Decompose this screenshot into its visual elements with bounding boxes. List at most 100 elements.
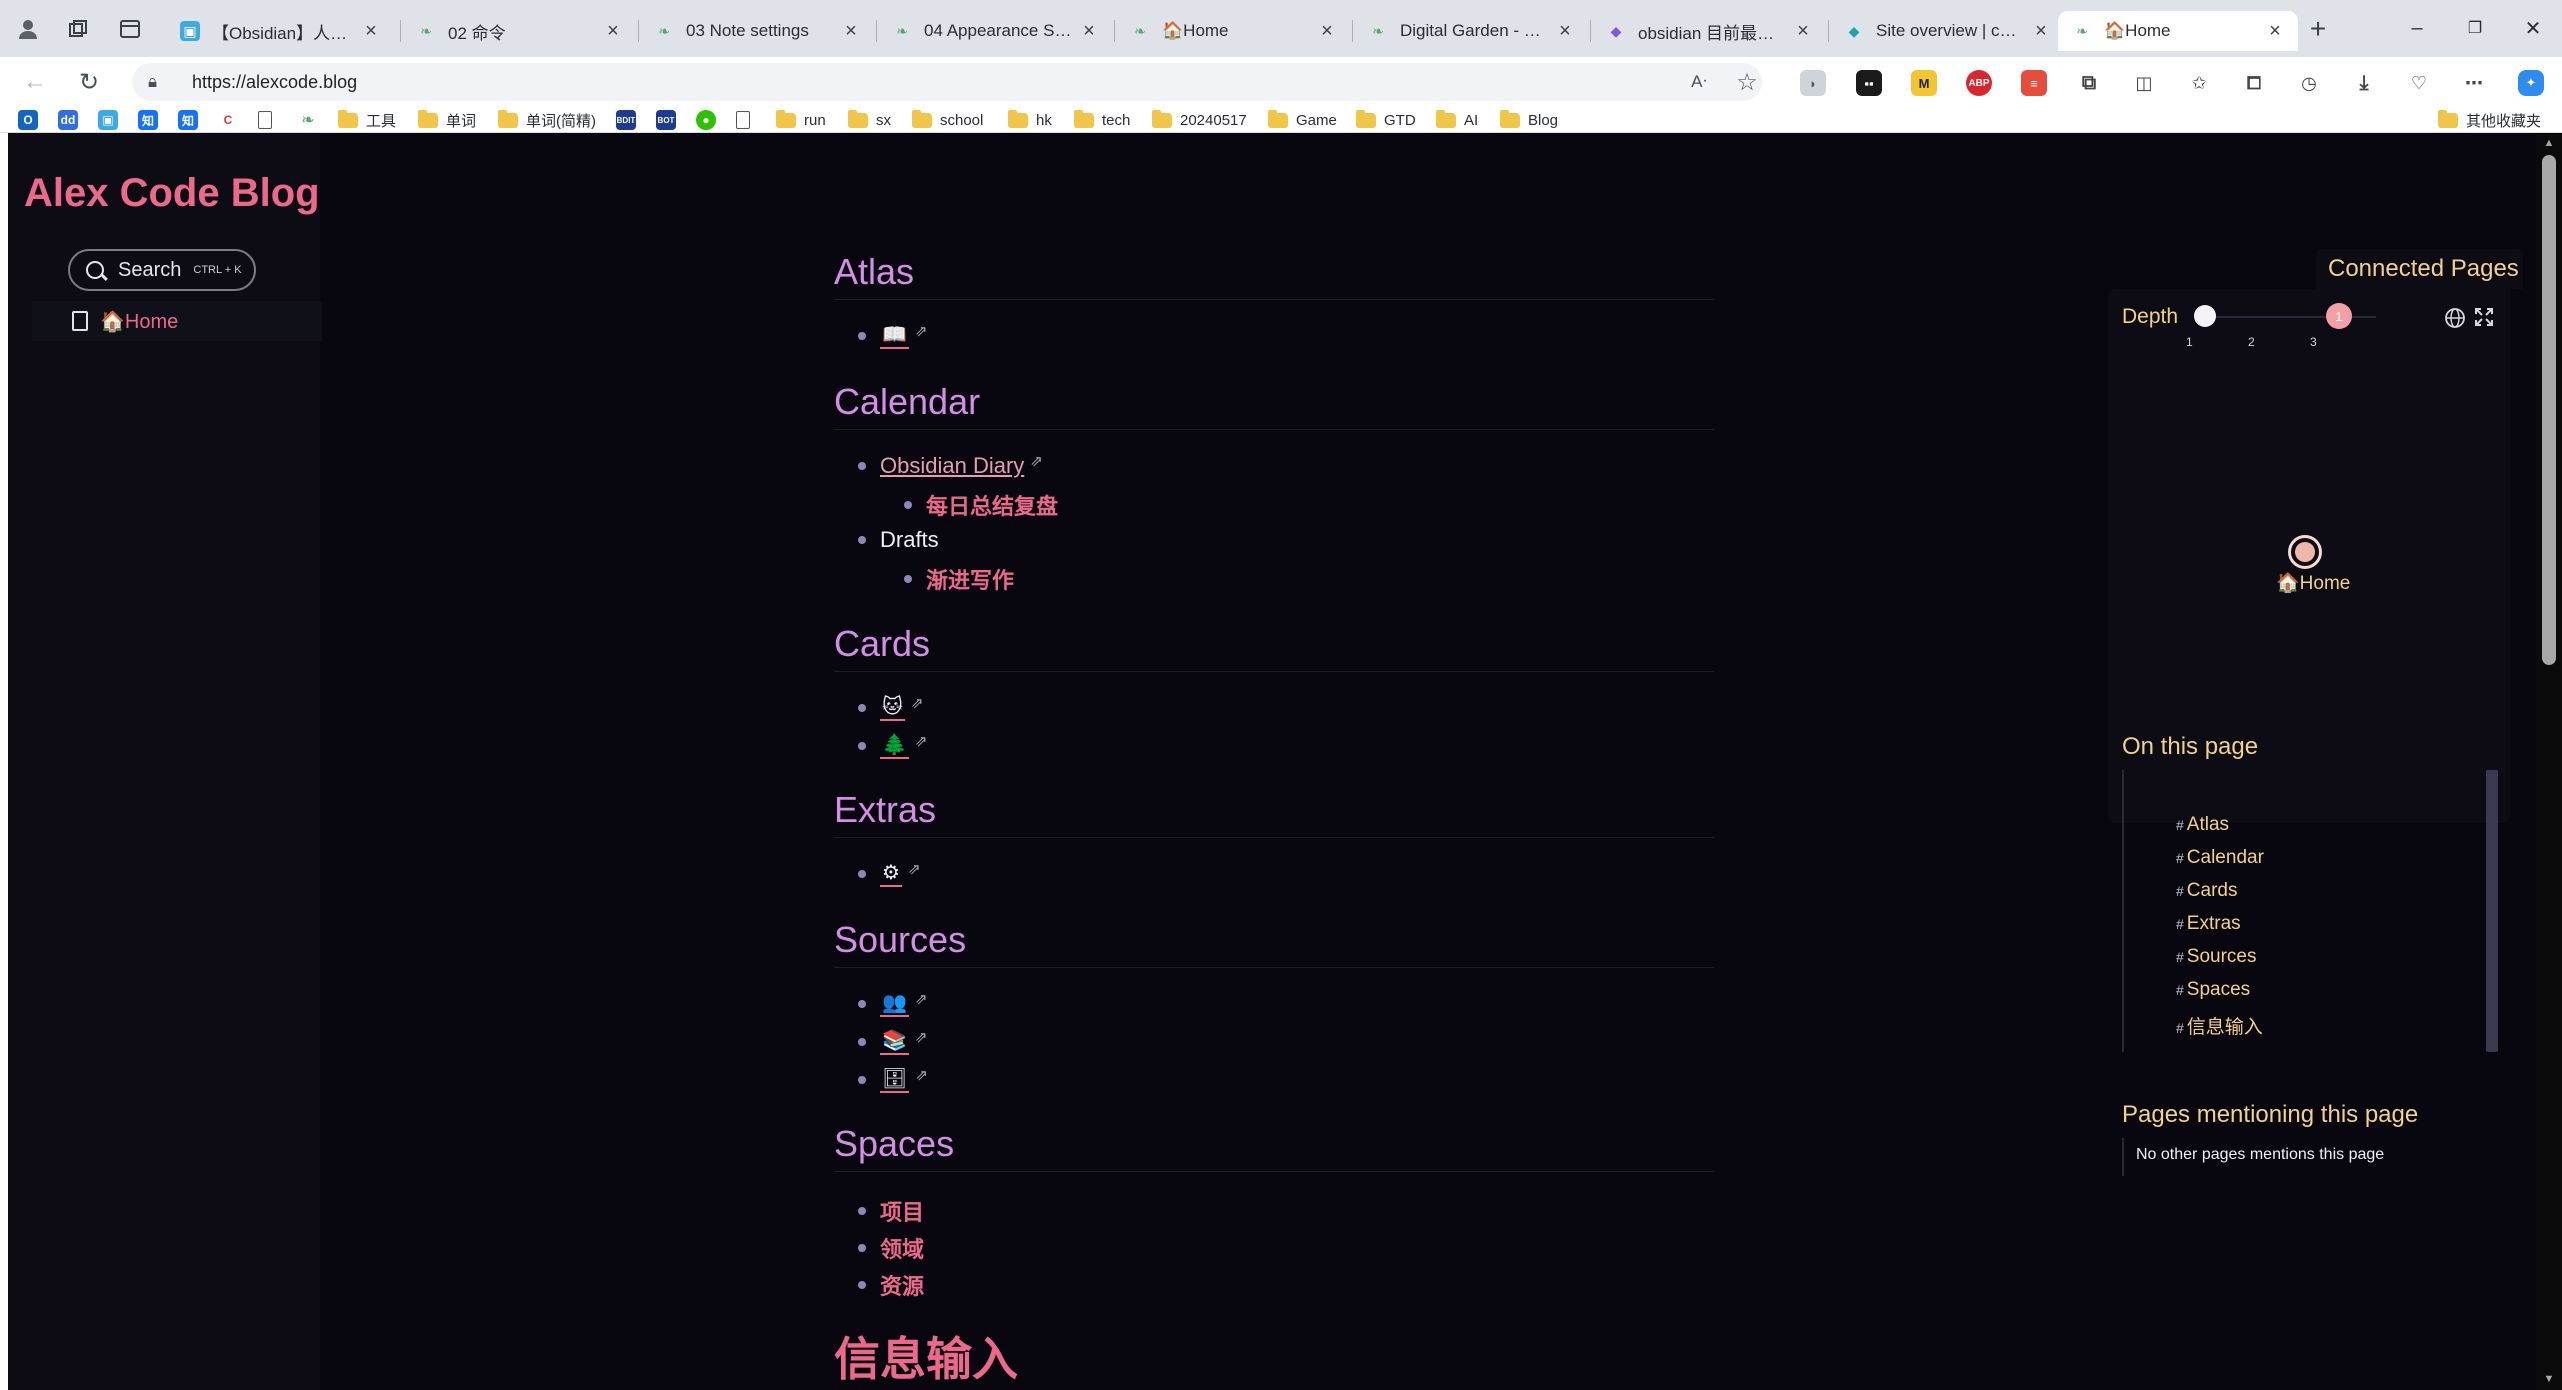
m-extension-icon[interactable]: M: [1911, 70, 1937, 96]
reader-extension-icon[interactable]: ≡: [2021, 70, 2047, 96]
obsidian-diary-link[interactable]: Obsidian Diary: [880, 453, 1024, 479]
depth-slider-value[interactable]: 1: [2326, 303, 2352, 329]
extensions-puzzle-icon[interactable]: ⧉: [2076, 70, 2102, 96]
vertical-tabs-icon[interactable]: [112, 12, 148, 46]
bookmark-folder[interactable]: 单词(简精): [498, 107, 596, 133]
close-icon[interactable]: ×: [1556, 20, 1574, 43]
spaces-link-areas[interactable]: 领域: [880, 1232, 924, 1264]
other-bookmarks-folder[interactable]: 其他收藏夹: [2438, 107, 2541, 133]
tab-2[interactable]: ❧ 03 Note settings ×: [640, 11, 874, 51]
global-graph-icon[interactable]: [2444, 307, 2466, 335]
bookmark-folder[interactable]: AI: [1436, 107, 1478, 133]
close-icon[interactable]: ×: [2032, 20, 2050, 43]
tab-5[interactable]: ❧ Digital Garden - Publish ×: [1354, 11, 1588, 51]
bookmark-folder[interactable]: run: [776, 107, 826, 133]
bookmark-page[interactable]: [258, 107, 272, 133]
collections-icon[interactable]: ⧠: [2241, 70, 2267, 96]
bookmark-folder[interactable]: Game: [1268, 107, 1337, 133]
bookmark-bdit[interactable]: BDIT: [616, 107, 636, 133]
close-icon[interactable]: ×: [1794, 20, 1812, 43]
bookmark-garden[interactable]: ❧: [298, 107, 318, 133]
more-menu-icon[interactable]: ⋯: [2461, 70, 2487, 96]
tab-1[interactable]: ❧ 02 命令 ×: [402, 11, 636, 51]
address-bar[interactable]: 🔒︎ https://alexcode.blog: [132, 63, 1762, 101]
spaces-link-resources[interactable]: 资源: [880, 1269, 924, 1301]
refresh-icon[interactable]: ↻: [70, 65, 108, 99]
bookmark-folder[interactable]: hk: [1008, 107, 1052, 133]
site-title[interactable]: Alex Code Blog: [24, 171, 320, 216]
close-icon[interactable]: ×: [2266, 20, 2284, 43]
bookmark-c[interactable]: C: [218, 107, 238, 133]
sources-link-2[interactable]: 📚: [880, 1029, 909, 1055]
depth-slider-handle[interactable]: [2194, 305, 2216, 327]
toc-scrollbar[interactable]: [2486, 770, 2498, 1052]
close-icon[interactable]: ×: [1080, 20, 1098, 43]
tab-7[interactable]: ◆ Site overview | celebrat... ×: [1830, 11, 2064, 51]
toc-item-calendar[interactable]: # Calendar: [2176, 847, 2264, 869]
bookmark-bili[interactable]: ▣: [98, 107, 118, 133]
close-window-icon[interactable]: ✕: [2508, 10, 2558, 46]
tab-6[interactable]: ◆ obsidian 目前最完美的免... ×: [1592, 11, 1826, 51]
split-screen-icon[interactable]: ◫: [2131, 70, 2157, 96]
tab-8-active[interactable]: ❧ 🏠Home ×: [2058, 11, 2298, 51]
toc-item-info-input[interactable]: # 信息输入: [2176, 1012, 2263, 1039]
downloads-icon[interactable]: ⤓: [2351, 70, 2377, 96]
copilot-icon[interactable]: ✦: [2518, 70, 2544, 96]
toc-item-spaces[interactable]: # Spaces: [2176, 979, 2250, 1001]
minimize-icon[interactable]: –: [2392, 10, 2442, 46]
tampermonkey-icon[interactable]: ▪▪: [1856, 70, 1882, 96]
page-scrollbar[interactable]: ▲ ▼: [2536, 133, 2562, 1390]
bookmark-zhihu2[interactable]: 知: [178, 107, 198, 133]
bookmark-page2[interactable]: [736, 107, 750, 133]
spaces-link-projects[interactable]: 项目: [880, 1195, 924, 1227]
favorite-star-icon[interactable]: ☆: [1728, 65, 1766, 99]
atlas-link[interactable]: 📖: [880, 323, 909, 349]
workspaces-icon[interactable]: [60, 12, 96, 46]
scroll-up-arrow-icon[interactable]: ▲: [2542, 137, 2556, 149]
close-icon[interactable]: ×: [362, 20, 380, 43]
bookmark-folder[interactable]: Blog: [1500, 107, 1558, 133]
lock-icon[interactable]: 🔒︎: [132, 72, 172, 92]
adblock-plus-icon[interactable]: ABP: [1966, 70, 1992, 96]
bookmark-folder[interactable]: 单词: [418, 107, 476, 133]
profile-icon[interactable]: [10, 12, 46, 46]
close-icon[interactable]: ×: [1318, 20, 1336, 43]
sidebar-item-home[interactable]: 🏠Home: [32, 301, 322, 341]
toc-item-extras[interactable]: # Extras: [2176, 913, 2241, 935]
scroll-down-arrow-icon[interactable]: ▼: [2542, 1373, 2556, 1385]
tab-0[interactable]: ▣ 【Obsidian】人人都可以... ×: [166, 11, 394, 51]
toc-item-atlas[interactable]: # Atlas: [2176, 814, 2229, 836]
search-button[interactable]: Search CTRL + K: [68, 249, 256, 291]
bookmark-folder[interactable]: GTD: [1356, 107, 1416, 133]
bookmark-dd[interactable]: dd: [58, 107, 78, 133]
restore-icon[interactable]: ❐: [2450, 10, 2500, 46]
back-icon[interactable]: ←: [16, 65, 54, 99]
extras-link[interactable]: ⚙: [880, 861, 902, 887]
bookmark-folder[interactable]: sx: [848, 107, 891, 133]
sources-link-1[interactable]: 👥: [880, 991, 909, 1017]
toc-item-sources[interactable]: # Sources: [2176, 946, 2257, 968]
scrollbar-thumb[interactable]: [2542, 155, 2556, 665]
fullscreen-icon[interactable]: [2474, 307, 2494, 333]
cards-link-2[interactable]: 🌲: [880, 733, 909, 759]
favorites-icon[interactable]: ✩: [2186, 70, 2212, 96]
bookmark-folder[interactable]: 20240517: [1152, 107, 1247, 133]
tab-4[interactable]: ❧ 🏠Home ×: [1116, 11, 1350, 51]
close-icon[interactable]: ×: [604, 20, 622, 43]
url-text[interactable]: https://alexcode.blog: [172, 72, 357, 93]
progressive-writing-link[interactable]: 渐进写作: [926, 563, 1014, 595]
bookmark-folder[interactable]: tech: [1074, 107, 1130, 133]
graph-node-home[interactable]: [2288, 535, 2322, 569]
performance-icon[interactable]: ♡: [2406, 70, 2432, 96]
toc-item-cards[interactable]: # Cards: [2176, 880, 2237, 902]
cards-link-1[interactable]: 🐱: [880, 695, 905, 721]
bookmark-folder[interactable]: school: [912, 107, 983, 133]
bookmark-wechat[interactable]: ●: [696, 107, 716, 133]
history-icon[interactable]: ◷: [2296, 70, 2322, 96]
sources-link-3[interactable]: 🗄: [880, 1067, 910, 1093]
shield-extension-icon[interactable]: ◗: [1800, 70, 1826, 96]
bookmark-folder[interactable]: 工具: [338, 107, 396, 133]
tab-3[interactable]: ❧ 04 Appearance Settings ×: [878, 11, 1112, 51]
close-icon[interactable]: ×: [842, 20, 860, 43]
bookmark-outlook[interactable]: O: [18, 107, 38, 133]
